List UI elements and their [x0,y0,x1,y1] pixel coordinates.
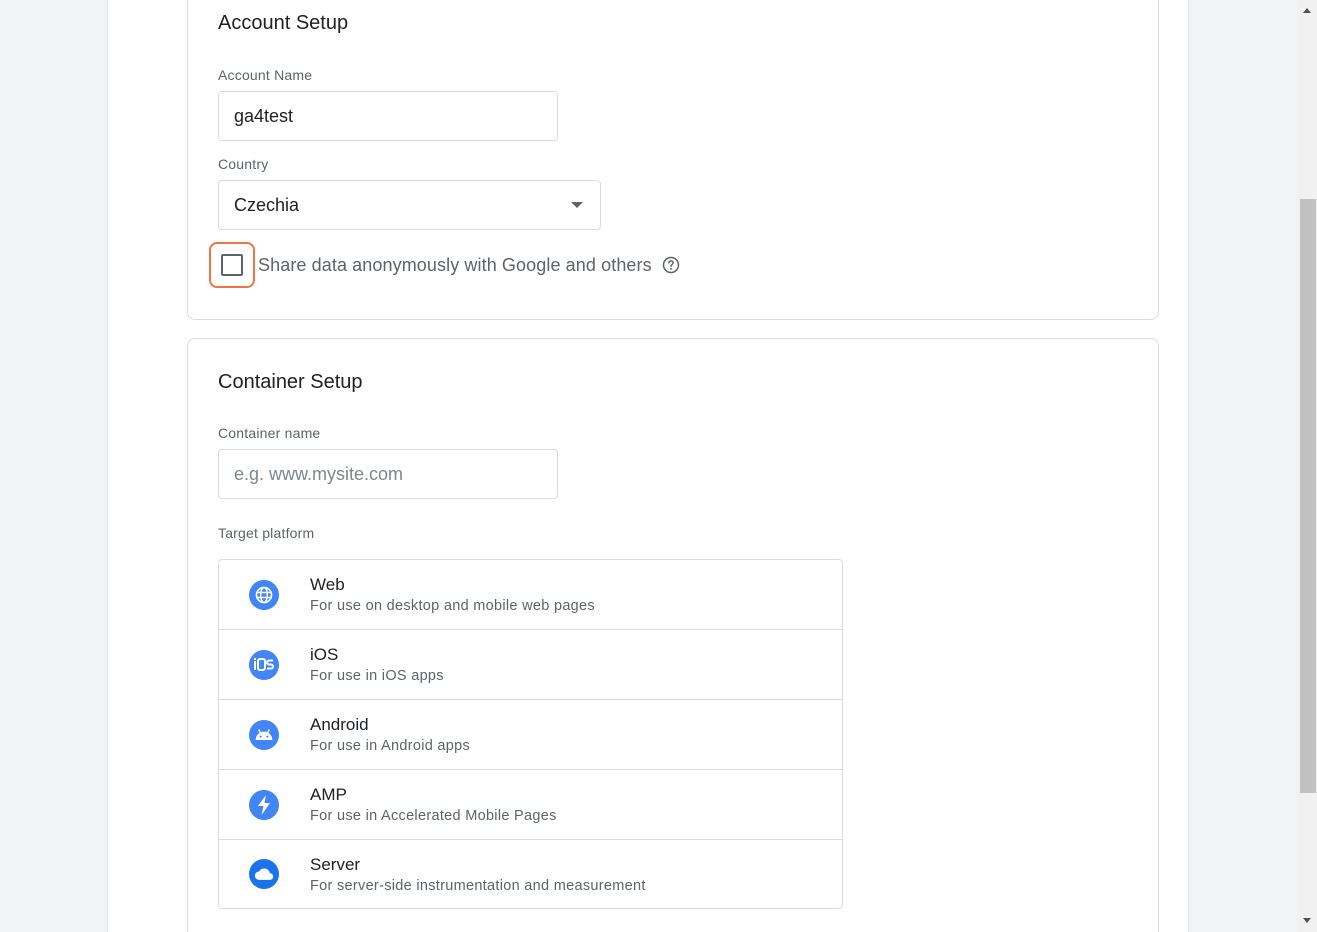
platform-description: For server-side instrumentation and meas… [310,877,646,894]
platform-description: For use in Android apps [310,738,471,754]
container-name-input[interactable] [218,449,558,499]
country-label: Country [218,156,269,172]
platform-name: Server [310,854,361,874]
platform-option-web[interactable]: Web For use on desktop and mobile web pa… [219,560,842,630]
platform-description: For use in iOS apps [310,668,444,684]
android-icon [249,719,279,750]
platform-name: Android [310,715,369,734]
scroll-down-arrow-icon[interactable] [1303,918,1311,923]
platform-name: AMP [310,785,347,804]
globe-icon [249,579,279,610]
platform-description: For use in Accelerated Mobile Pages [310,808,557,824]
account-setup-card: Account Setup Account Name Country Czech… [187,0,1159,320]
account-name-input[interactable] [218,91,558,141]
scrollbar-thumb[interactable] [1300,199,1316,793]
lightning-icon [249,789,279,820]
container-setup-card: Container Setup Container name Target pl… [187,338,1159,932]
platform-option-ios[interactable]: iOS For use in iOS apps [219,630,842,700]
container-name-label: Container name [218,425,321,441]
share-data-checkbox-focus[interactable] [209,242,255,288]
platform-name: Web [310,575,345,594]
caret-down-icon [571,202,583,208]
share-data-label[interactable]: Share data anonymously with Google and o… [258,255,652,276]
target-platform-list: Web For use on desktop and mobile web pa… [218,559,843,909]
help-icon[interactable] [661,255,681,275]
scroll-up-arrow-icon[interactable] [1303,8,1311,13]
share-data-checkbox[interactable] [221,254,243,276]
target-platform-label: Target platform [218,525,315,541]
ios-icon [249,649,279,680]
platform-name: iOS [310,645,339,664]
account-name-label: Account Name [218,67,313,83]
platform-option-server[interactable]: Server For server-side instrumentation a… [219,840,842,908]
country-select[interactable]: Czechia [218,180,601,230]
platform-option-amp[interactable]: AMP For use in Accelerated Mobile Pages [219,770,842,840]
platform-description: For use on desktop and mobile web pages [310,598,595,614]
container-setup-title: Container Setup [218,371,363,393]
cloud-icon [249,859,279,889]
account-setup-title: Account Setup [218,12,349,34]
page-scrollbar[interactable] [1297,0,1317,932]
platform-option-android[interactable]: Android For use in Android apps [219,700,842,770]
country-select-value: Czechia [234,194,300,215]
